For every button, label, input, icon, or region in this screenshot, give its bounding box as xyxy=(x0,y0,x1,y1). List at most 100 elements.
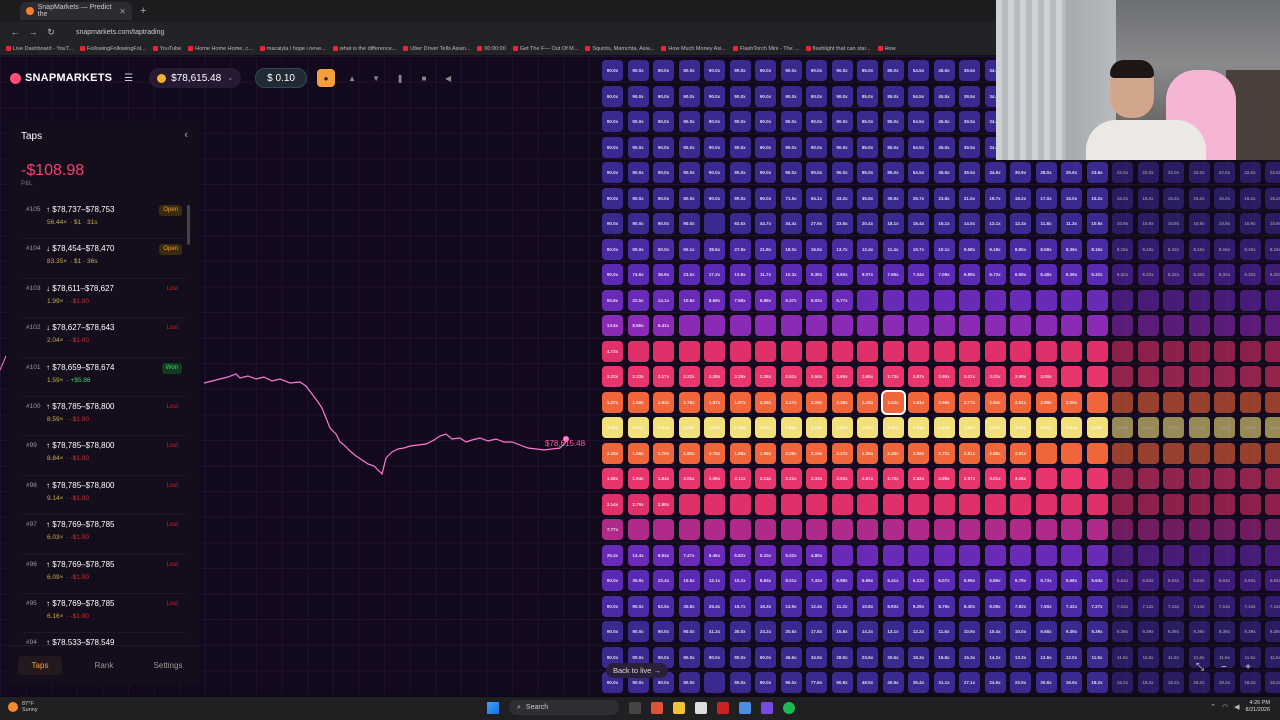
bookmark-item[interactable]: How xyxy=(877,46,896,52)
multiplier-cell[interactable] xyxy=(1163,468,1184,489)
multiplier-cell[interactable] xyxy=(1214,366,1235,387)
multiplier-cell[interactable]: 43.2x xyxy=(831,187,853,209)
multiplier-cell[interactable]: 22.0x xyxy=(1112,162,1133,183)
multiplier-cell[interactable]: 90.0x xyxy=(704,136,725,158)
multiplier-cell[interactable] xyxy=(627,519,649,540)
multiplier-cell[interactable] xyxy=(806,315,827,336)
multiplier-cell[interactable] xyxy=(959,493,980,515)
multiplier-cell[interactable]: 90.0x xyxy=(806,111,827,132)
multiplier-cell[interactable]: 2.38x xyxy=(755,366,776,387)
trade-row[interactable]: #95 ↑ $78,769–$78,785 6.16× · -$1.00 Lost xyxy=(22,594,186,634)
multiplier-cell[interactable]: 90.0x xyxy=(806,162,827,183)
multiplier-cell[interactable]: 90.0x xyxy=(627,60,649,81)
multiplier-cell[interactable]: 5.77x xyxy=(831,289,853,311)
multiplier-cell[interactable] xyxy=(1214,340,1235,362)
multiplier-cell[interactable]: 7.34x xyxy=(908,264,929,285)
multiplier-cell[interactable]: 15.2x xyxy=(1163,187,1184,209)
multiplier-cell[interactable]: 20.8x xyxy=(1035,672,1057,693)
multiplier-cell[interactable] xyxy=(908,340,929,362)
multiplier-cell[interactable] xyxy=(1239,366,1261,387)
multiplier-cell[interactable]: 1.68x xyxy=(602,468,623,489)
multiplier-cell[interactable]: 34.9x xyxy=(806,646,827,668)
multiplier-cell[interactable] xyxy=(984,340,1006,362)
multiplier-cell[interactable]: 90.0x xyxy=(755,187,776,209)
multiplier-cell[interactable] xyxy=(1112,519,1133,540)
multiplier-cell[interactable]: 6.41x xyxy=(653,315,674,336)
multiplier-cell[interactable]: 11.5x xyxy=(1163,646,1184,668)
multiplier-cell[interactable]: 19.7x xyxy=(729,595,751,617)
multiplier-cell[interactable]: 7.14x xyxy=(1137,595,1159,617)
multiplier-cell[interactable]: 90.0x xyxy=(831,60,853,81)
multiplier-cell[interactable] xyxy=(1035,315,1057,336)
multiplier-cell[interactable]: 8.60x xyxy=(831,264,853,285)
multiplier-cell[interactable]: 90.0x xyxy=(755,646,776,668)
multiplier-cell[interactable]: 5.64x xyxy=(1188,570,1210,591)
multiplier-cell[interactable]: 90.0x xyxy=(780,136,802,158)
multiplier-cell[interactable]: 54.5x xyxy=(908,111,929,132)
mail-app-icon[interactable] xyxy=(739,701,751,714)
multiplier-cell[interactable] xyxy=(627,340,649,362)
multiplier-cell[interactable]: 90.0x xyxy=(755,672,776,693)
multiplier-cell[interactable]: 85.0x xyxy=(882,60,904,81)
multiplier-cell[interactable]: 90.0x xyxy=(653,85,674,107)
multiplier-cell[interactable] xyxy=(882,340,904,362)
trade-row[interactable]: #105 ↑ $78,737–$78,753 56.44× · $1 · 31s Ope… xyxy=(22,200,186,240)
multiplier-cell[interactable] xyxy=(1086,289,1108,311)
multiplier-cell[interactable]: 35.9x xyxy=(627,570,649,591)
multiplier-cell[interactable] xyxy=(1061,519,1082,540)
trade-row[interactable]: #94 ↑ $78,533–$78,549 xyxy=(22,633,186,645)
back-icon[interactable]: ← xyxy=(8,27,22,37)
multiplier-cell[interactable] xyxy=(1188,544,1210,566)
multiplier-cell[interactable]: 11.5x xyxy=(1137,646,1159,668)
multiplier-cell[interactable]: 90.0x xyxy=(602,595,623,617)
multiplier-cell[interactable]: 90.0x xyxy=(755,85,776,107)
multiplier-cell[interactable]: 1.50x xyxy=(627,391,649,413)
tab-settings[interactable]: Settings xyxy=(136,661,200,670)
multiplier-cell[interactable]: 1.01x xyxy=(678,417,700,438)
multiplier-cell[interactable] xyxy=(678,493,700,515)
multiplier-cell[interactable] xyxy=(1214,519,1235,540)
multiplier-cell[interactable]: 15.8x xyxy=(831,621,853,642)
multiplier-cell[interactable] xyxy=(933,493,955,515)
multiplier-cell[interactable] xyxy=(1239,289,1261,311)
multiplier-cell[interactable]: 4.72x xyxy=(602,340,623,362)
multiplier-cell[interactable]: 3.01x xyxy=(984,468,1006,489)
discord-app-icon[interactable] xyxy=(761,701,773,714)
multiplier-cell[interactable]: 3.01x xyxy=(984,366,1006,387)
multiplier-cell[interactable] xyxy=(1163,493,1184,515)
multiplier-cell[interactable]: 1.01x xyxy=(1035,417,1057,438)
multiplier-cell[interactable] xyxy=(1265,468,1280,489)
multiplier-cell[interactable] xyxy=(780,519,802,540)
multiplier-cell[interactable]: 2.54x xyxy=(806,366,827,387)
multiplier-cell[interactable]: 2.60x xyxy=(831,366,853,387)
multiplier-cell[interactable]: 90.0x xyxy=(780,85,802,107)
multiplier-cell[interactable]: 10.9x xyxy=(1137,213,1159,234)
multiplier-cell[interactable]: 10.7x xyxy=(908,238,929,260)
multiplier-cell[interactable] xyxy=(1112,391,1133,413)
reload-icon[interactable]: ↻ xyxy=(44,27,58,38)
multiplier-cell[interactable]: 90.0x xyxy=(602,213,623,234)
tab-taps[interactable]: Taps xyxy=(8,656,72,675)
multiplier-cell[interactable]: 7.14x xyxy=(1265,595,1280,617)
multiplier-cell[interactable]: 13.3x xyxy=(1010,646,1031,668)
windows-start-icon[interactable] xyxy=(487,701,499,714)
multiplier-cell[interactable]: 5.86x xyxy=(984,570,1006,591)
multiplier-cell[interactable]: 39.5x xyxy=(959,111,980,132)
multiplier-cell[interactable] xyxy=(1137,519,1159,540)
multiplier-cell[interactable]: 40.5x xyxy=(882,672,904,693)
multiplier-cell[interactable]: 5.64x xyxy=(1214,570,1235,591)
multiplier-cell[interactable]: 7.77x xyxy=(602,519,623,540)
multiplier-cell[interactable] xyxy=(729,340,751,362)
multiplier-cell[interactable]: 85.0x xyxy=(857,85,878,107)
multiplier-cell[interactable]: 6.48x xyxy=(1035,264,1057,285)
multiplier-cell[interactable] xyxy=(1086,315,1108,336)
multiplier-cell[interactable]: 9.93x xyxy=(882,595,904,617)
multiplier-cell[interactable] xyxy=(1112,289,1133,311)
multiplier-cell[interactable]: 45.5x xyxy=(933,136,955,158)
multiplier-cell[interactable]: 90.0x xyxy=(602,187,623,209)
multiplier-cell[interactable]: 2.79x xyxy=(627,493,649,515)
multiplier-cell[interactable]: 2.81x xyxy=(959,442,980,464)
multiplier-cell[interactable]: 1.87x xyxy=(704,391,725,413)
multiplier-cell[interactable] xyxy=(1265,366,1280,387)
multiplier-cell[interactable]: 1.01x xyxy=(1112,417,1133,438)
